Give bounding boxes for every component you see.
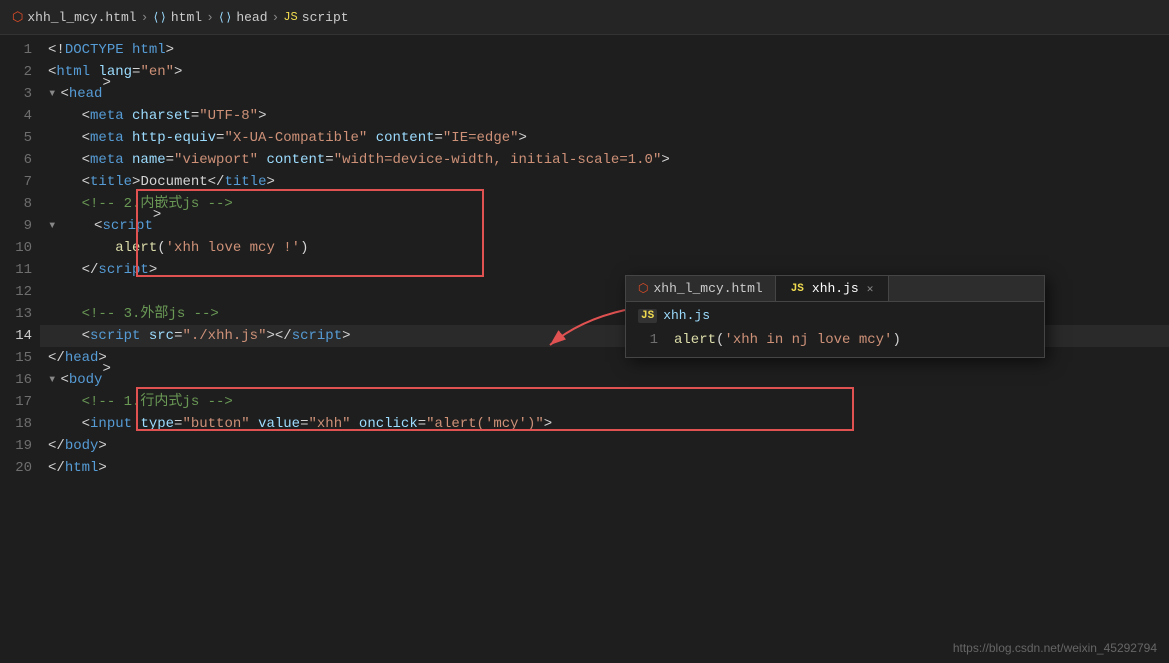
code-line-4: <meta charset="UTF-8"> [40,105,1169,127]
popup-tab-js-label: xhh.js [812,281,859,296]
ln-4: 4 [0,105,32,127]
breadcrumb-sep2: › [206,10,214,25]
code-line-19: </body> [40,435,1169,457]
code-line-20: </html> [40,457,1169,479]
popup-tab-html-icon: ⬡ [638,281,648,296]
breadcrumb-sep1: › [141,10,149,25]
breadcrumb-tag-icon2: ⟨⟩ [218,10,232,25]
ln-13: 13 [0,303,32,325]
ln-15: 15 [0,347,32,369]
line-numbers: 1 2 3 4 5 6 7 8 9 10 11 12 13 14 15 16 1… [0,35,40,663]
breadcrumb: ⬡ xhh_l_mcy.html › ⟨⟩ html › ⟨⟩ head › J… [0,0,1169,35]
popup-tab-html[interactable]: ⬡ xhh_l_mcy.html [626,276,776,301]
ln-11: 11 [0,259,32,281]
code-line-3: ▾<head> [40,83,1169,105]
breadcrumb-tag-icon1: ⟨⟩ [152,10,166,25]
breadcrumb-sep3: › [272,10,280,25]
code-line-8: <!-- 2.内嵌式js --> [40,193,1169,215]
popup-tab-js[interactable]: JS xhh.js ✕ [776,276,890,301]
popup-tab-html-label: xhh_l_mcy.html [653,281,762,296]
ln-7: 7 [0,171,32,193]
code-line-16: ▾<body> [40,369,1169,391]
code-line-6: <meta name="viewport" content="width=dev… [40,149,1169,171]
popup-file-js-icon: JS [638,309,657,323]
ln-8: 8 [0,193,32,215]
ln-6: 6 [0,149,32,171]
ln-9: 9 [0,215,32,237]
breadcrumb-script-tag[interactable]: script [302,10,349,25]
code-line-9: ▾ <script> [40,215,1169,237]
ln-14: 14 [0,325,32,347]
breadcrumb-html-icon: ⬡ [12,10,23,25]
popup-tab-close[interactable]: ✕ [864,282,877,296]
ln-12: 12 [0,281,32,303]
ln-20: 20 [0,457,32,479]
popup-file-label: JS xhh.js [626,306,1044,327]
popup-panel: ⬡ xhh_l_mcy.html JS xhh.js ✕ JS xhh.js 1… [625,275,1045,358]
code-line-7: <title>Document</title> [40,171,1169,193]
code-line-1: <!DOCTYPE html> [40,39,1169,61]
popup-tab-js-icon: JS [788,282,807,296]
breadcrumb-html-tag[interactable]: html [171,10,202,25]
code-line-17: <!-- 1.行内式js --> [40,391,1169,413]
breadcrumb-js-icon: JS [283,10,297,24]
code-line-18: <input type="button" value="xhh" onclick… [40,413,1169,435]
popup-body: JS xhh.js 1 alert('xhh in nj love mcy') [626,302,1044,357]
code-line-5: <meta http-equiv="X-UA-Compatible" conte… [40,127,1169,149]
popup-tabs: ⬡ xhh_l_mcy.html JS xhh.js ✕ [626,276,1044,302]
popup-code-line-1: 1 alert('xhh in nj love mcy') [626,327,1044,353]
ln-10: 10 [0,237,32,259]
ln-19: 19 [0,435,32,457]
code-line-2: <html lang="en"> [40,61,1169,83]
code-line-10: alert('xhh love mcy !') [40,237,1169,259]
ln-2: 2 [0,61,32,83]
collapse-9[interactable]: ▾ [48,215,56,237]
ln-5: 5 [0,127,32,149]
ln-1: 1 [0,39,32,61]
breadcrumb-head-tag[interactable]: head [236,10,267,25]
collapse-16[interactable]: ▾ [48,369,56,391]
ln-16: 16 [0,369,32,391]
collapse-3[interactable]: ▾ [48,83,56,105]
ln-17: 17 [0,391,32,413]
watermark: https://blog.csdn.net/weixin_45292794 [953,641,1157,655]
breadcrumb-file[interactable]: xhh_l_mcy.html [27,10,136,25]
ln-3: 3 [0,83,32,105]
ln-18: 18 [0,413,32,435]
